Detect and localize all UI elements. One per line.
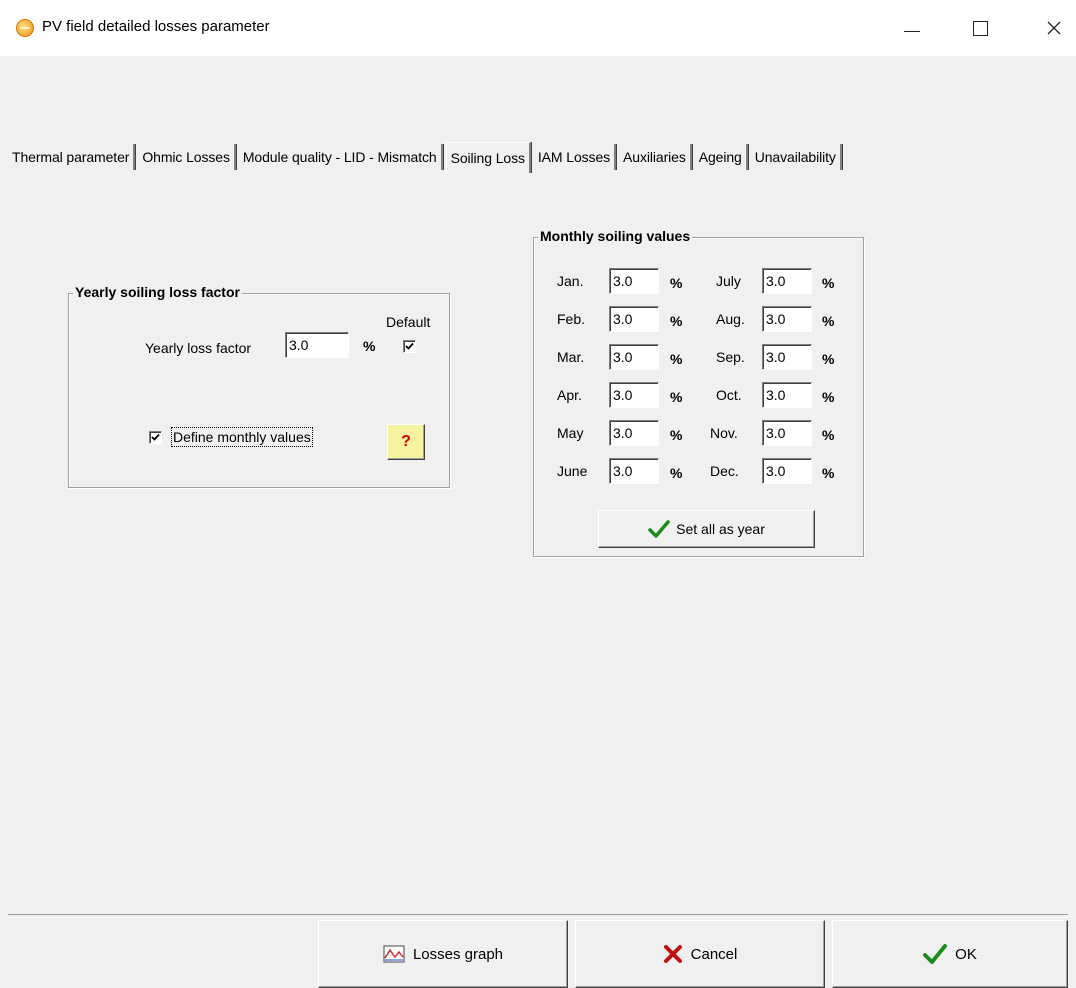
default-checkbox[interactable] <box>403 340 416 353</box>
graph-icon <box>383 945 405 963</box>
monthly-soiling-title: Monthly soiling values <box>538 228 693 244</box>
close-button[interactable] <box>1031 10 1076 46</box>
month-input-aug[interactable]: 3.0 <box>762 306 812 332</box>
month-label: Sep. <box>716 349 745 365</box>
month-label: May <box>557 425 584 441</box>
month-label: Oct. <box>716 387 742 403</box>
month-label: July <box>716 273 741 289</box>
dialog-client-area: Thermal parameter Ohmic Losses Module qu… <box>8 56 1068 988</box>
month-label: Aug. <box>716 311 745 327</box>
app-icon <box>16 19 34 37</box>
minimize-icon <box>904 30 920 32</box>
month-input-dec[interactable]: 3.0 <box>762 458 812 484</box>
maximize-icon <box>972 20 988 36</box>
month-label: June <box>557 463 588 479</box>
set-all-as-year-button[interactable]: Set all as year <box>598 510 815 548</box>
month-input-may[interactable]: 3.0 <box>609 420 659 446</box>
month-label: Feb. <box>557 311 586 327</box>
cancel-button[interactable]: Cancel <box>575 920 825 988</box>
close-icon <box>1047 21 1061 35</box>
define-monthly-checkbox[interactable] <box>149 431 162 444</box>
checkmark-icon <box>151 433 160 441</box>
month-unit: % <box>670 427 683 443</box>
cancel-icon <box>663 944 683 964</box>
yearly-loss-unit: % <box>363 338 376 354</box>
tab-ohmic-losses[interactable]: Ohmic Losses <box>138 144 236 170</box>
checkmark-icon <box>648 520 670 538</box>
month-input-nov[interactable]: 3.0 <box>762 420 812 446</box>
month-unit: % <box>670 313 683 329</box>
tab-bar: Thermal parameter Ohmic Losses Module qu… <box>8 142 845 173</box>
month-unit: % <box>670 389 683 405</box>
month-input-apr[interactable]: 3.0 <box>609 382 659 408</box>
monthly-soiling-group: Monthly soiling values Jan. 3.0 % Feb. 3… <box>533 228 864 557</box>
month-unit: % <box>822 351 835 367</box>
tab-thermal-parameter[interactable]: Thermal parameter <box>8 144 136 170</box>
month-label: Nov. <box>710 425 738 441</box>
losses-graph-button[interactable]: Losses graph <box>318 920 568 988</box>
help-button[interactable]: ? <box>387 424 425 460</box>
bottom-separator <box>8 914 1068 918</box>
month-label: Dec. <box>710 463 739 479</box>
month-input-sep[interactable]: 3.0 <box>762 344 812 370</box>
month-unit: % <box>670 351 683 367</box>
month-input-july[interactable]: 3.0 <box>762 268 812 294</box>
month-label: Mar. <box>557 349 585 365</box>
yearly-soiling-title: Yearly soiling loss factor <box>73 284 242 300</box>
set-all-as-year-label: Set all as year <box>676 521 765 537</box>
checkmark-icon <box>405 342 414 350</box>
month-label: Apr. <box>557 387 582 403</box>
yearly-loss-input[interactable]: 3.0 <box>285 332 349 358</box>
default-label: Default <box>386 314 431 330</box>
yearly-loss-label: Yearly loss factor <box>145 340 252 356</box>
tab-ageing[interactable]: Ageing <box>695 144 748 170</box>
month-input-feb[interactable]: 3.0 <box>609 306 659 332</box>
month-input-jan[interactable]: 3.0 <box>609 268 659 294</box>
tab-soiling-loss[interactable]: Soiling Loss <box>445 142 531 173</box>
checkmark-icon <box>923 944 948 964</box>
month-unit: % <box>822 427 835 443</box>
month-unit: % <box>822 313 835 329</box>
month-label: Jan. <box>557 273 584 289</box>
tab-unavailability[interactable]: Unavailability <box>751 144 842 170</box>
minimize-button[interactable] <box>889 10 935 46</box>
month-input-june[interactable]: 3.0 <box>609 458 659 484</box>
yearly-soiling-group: Yearly soiling loss factor Default Yearl… <box>68 284 450 488</box>
month-unit: % <box>822 275 835 291</box>
tab-module-quality[interactable]: Module quality - LID - Mismatch <box>239 144 443 170</box>
cancel-label: Cancel <box>690 945 738 963</box>
losses-graph-label: Losses graph <box>412 945 504 963</box>
month-input-mar[interactable]: 3.0 <box>609 344 659 370</box>
window-title: PV field detailed losses parameter <box>42 18 270 35</box>
define-monthly-label[interactable]: Define monthly values <box>171 427 313 447</box>
tab-iam-losses[interactable]: IAM Losses <box>534 144 617 170</box>
maximize-button[interactable] <box>957 10 1003 46</box>
ok-label: OK <box>955 945 977 963</box>
month-input-oct[interactable]: 3.0 <box>762 382 812 408</box>
month-unit: % <box>822 389 835 405</box>
month-unit: % <box>670 275 683 291</box>
month-unit: % <box>670 465 683 481</box>
title-bar: PV field detailed losses parameter <box>0 0 1076 56</box>
ok-button[interactable]: OK <box>832 920 1068 988</box>
month-unit: % <box>822 465 835 481</box>
tab-auxiliaries[interactable]: Auxiliaries <box>619 144 692 170</box>
